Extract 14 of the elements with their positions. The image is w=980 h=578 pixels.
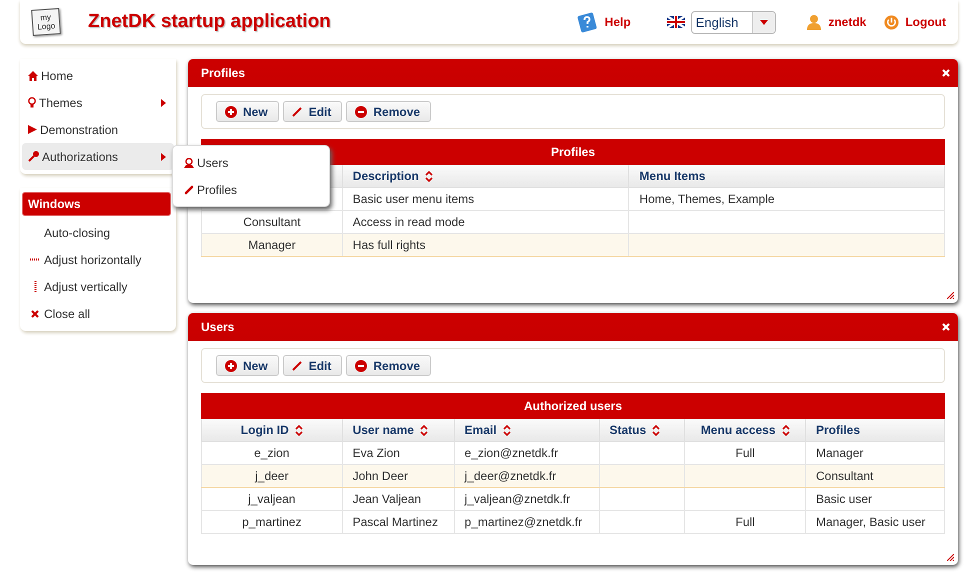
window-title: Users — [201, 320, 234, 334]
column-label: Status — [610, 423, 646, 437]
table-title: Authorized users — [202, 394, 944, 418]
column-label: Email — [464, 423, 497, 437]
column-label: Description — [352, 169, 419, 183]
column-label: Menu Items — [639, 169, 706, 183]
logo: my Logo — [31, 8, 61, 36]
menu-section-title: Windows — [22, 192, 171, 216]
app-title: ZnetDK startup application — [88, 11, 331, 33]
column-label: User name — [352, 423, 414, 437]
window-title: Profiles — [201, 66, 246, 80]
column-label: Menu access — [700, 423, 776, 437]
column-label: Login ID — [240, 423, 289, 437]
column-label: Profiles — [816, 423, 860, 437]
